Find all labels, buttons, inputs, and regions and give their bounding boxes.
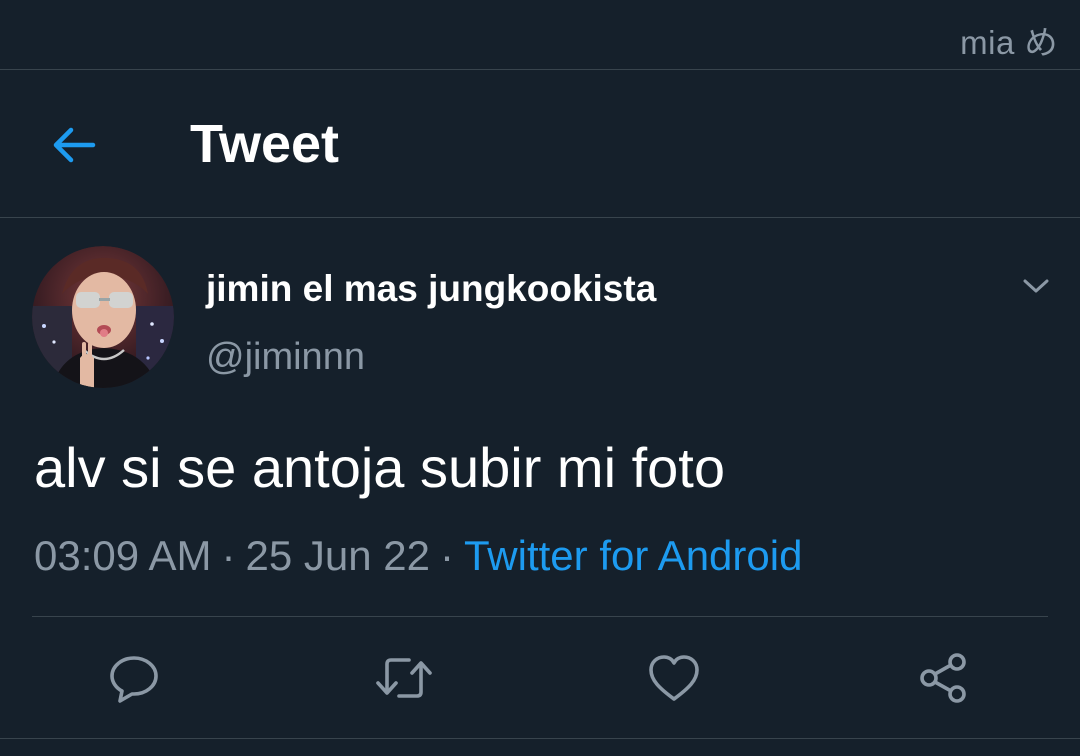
chevron-down-icon [1023, 278, 1049, 294]
retweet-icon [373, 652, 435, 704]
like-button[interactable] [644, 648, 704, 708]
tweet-time: 03:09 AM [34, 532, 212, 579]
author-display-name[interactable]: jimin el mas jungkookista [206, 268, 656, 310]
tweet-actions [0, 618, 1080, 738]
back-button[interactable] [44, 117, 104, 173]
author-handle[interactable]: @jiminnn [206, 336, 365, 379]
app-header: Tweet [0, 71, 1080, 217]
watermark-text: mia め [960, 24, 1058, 61]
share-button[interactable] [914, 648, 974, 708]
actions-divider [0, 738, 1080, 739]
tweet-date: 25 Jun 22 [245, 532, 430, 579]
arrow-left-icon [51, 125, 97, 165]
tweet-source-link[interactable]: Twitter for Android [464, 532, 802, 579]
meta-separator: · [439, 532, 454, 579]
reply-icon [108, 652, 160, 704]
tweet-meta: 03:09 AM · 25 Jun 22 · Twitter for Android [34, 532, 802, 580]
status-divider [0, 69, 1080, 70]
retweet-button[interactable] [374, 648, 434, 708]
reply-button[interactable] [104, 648, 164, 708]
status-bar: mia め [0, 0, 1080, 70]
tweet-text: alv si se antoja subir mi foto [34, 436, 725, 499]
like-icon [647, 653, 701, 703]
page-title: Tweet [190, 114, 340, 174]
tweet-detail-screen: mia め Tweet jimin el mas jungkookista @j… [0, 0, 1080, 756]
meta-separator: · [221, 532, 236, 579]
header-divider [0, 217, 1080, 218]
tweet-menu-button[interactable] [1016, 266, 1056, 306]
share-icon [917, 651, 971, 705]
avatar[interactable] [32, 246, 174, 388]
profile-photo [32, 246, 174, 388]
meta-divider [32, 616, 1048, 617]
